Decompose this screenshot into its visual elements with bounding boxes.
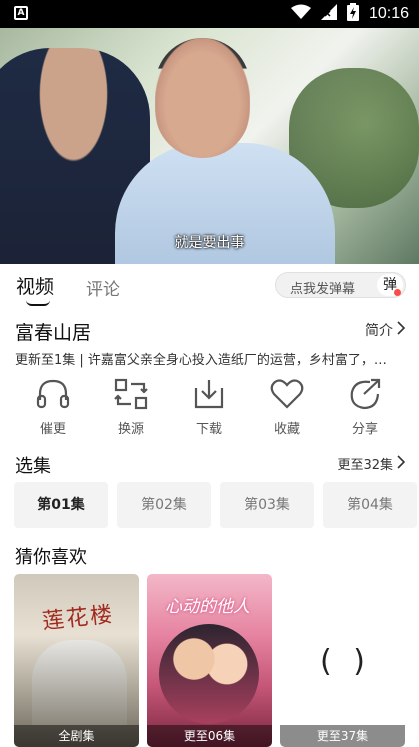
poster-title: 莲花楼 bbox=[41, 602, 116, 635]
video-figure-right-head bbox=[155, 38, 250, 158]
heart-icon bbox=[257, 378, 317, 410]
download-label: 下载 bbox=[195, 422, 222, 437]
recommend-badge: 更至06集 bbox=[147, 725, 272, 747]
favorite-button[interactable]: 收藏 bbox=[257, 378, 317, 437]
danmaku-placeholder: 点我发弹幕 bbox=[290, 282, 356, 297]
poster-figures bbox=[159, 624, 259, 724]
switch-source-button[interactable]: 换源 bbox=[101, 378, 161, 437]
episode-item[interactable]: 第01集 bbox=[14, 482, 108, 528]
urge-update-label: 催更 bbox=[39, 422, 66, 437]
tab-active-indicator bbox=[26, 300, 50, 306]
poster-figures bbox=[32, 640, 127, 725]
recommend-badge: 更至37集 bbox=[280, 725, 405, 747]
download-icon bbox=[179, 378, 239, 410]
share-icon bbox=[335, 378, 395, 410]
show-title: 富春山居 bbox=[15, 322, 92, 344]
switch-source-icon bbox=[101, 378, 161, 410]
download-button[interactable]: 下载 bbox=[179, 378, 239, 437]
episode-item[interactable]: 第04集 bbox=[323, 482, 417, 528]
app-notification-icon: A bbox=[14, 6, 28, 20]
danmaku-input[interactable]: 点我发弹幕 弹 bbox=[275, 272, 406, 298]
video-player[interactable]: 就是要出事 bbox=[0, 28, 419, 264]
status-time: 10:16 bbox=[368, 5, 409, 22]
episodes-more-link[interactable]: 更至32集 bbox=[337, 454, 406, 473]
share-button[interactable]: 分享 bbox=[335, 378, 395, 437]
signal-icon bbox=[320, 4, 337, 24]
recommend-card[interactable]: ( ) 更至37集 bbox=[280, 574, 405, 747]
loading-icon: ( ) bbox=[320, 644, 371, 679]
episodes-title: 选集 bbox=[15, 456, 51, 477]
headphones-icon bbox=[23, 378, 83, 410]
update-info[interactable]: 更新至1集 | 许嘉富父亲全身心投入造纸厂的运营，乡村富了，… bbox=[15, 349, 407, 368]
action-row: 催更 换源 下载 收藏 分享 bbox=[0, 378, 419, 440]
battery-charging-icon bbox=[346, 3, 359, 25]
wifi-icon bbox=[290, 4, 311, 24]
episode-list: 第01集 第02集 第03集 第04集 bbox=[14, 482, 419, 528]
switch-source-label: 换源 bbox=[117, 422, 144, 437]
episode-item[interactable]: 第02集 bbox=[117, 482, 211, 528]
episode-item[interactable]: 第03集 bbox=[220, 482, 314, 528]
video-subtitle: 就是要出事 bbox=[174, 235, 245, 251]
tab-comments[interactable]: 评论 bbox=[86, 275, 120, 300]
intro-link-label: 简介 bbox=[365, 323, 393, 339]
urge-update-button[interactable]: 催更 bbox=[23, 378, 83, 437]
recommend-card[interactable]: 心动的他人 更至06集 bbox=[147, 574, 272, 747]
tab-video[interactable]: 视频 bbox=[16, 272, 54, 299]
share-label: 分享 bbox=[351, 422, 378, 437]
status-right: 10:16 bbox=[290, 3, 409, 25]
chevron-right-icon bbox=[397, 454, 406, 473]
intro-link[interactable]: 简介 bbox=[365, 320, 406, 340]
recommend-badge: 全剧集 bbox=[14, 725, 139, 747]
favorite-label: 收藏 bbox=[273, 422, 300, 437]
danmaku-status-dot bbox=[394, 289, 401, 296]
recommend-title: 猜你喜欢 bbox=[15, 547, 87, 568]
recommend-card[interactable]: 莲花楼 全剧集 bbox=[14, 574, 139, 747]
danmaku-toggle-button[interactable]: 弹 bbox=[377, 274, 403, 296]
chevron-right-icon bbox=[397, 321, 406, 339]
episodes-more-label: 更至32集 bbox=[337, 458, 393, 473]
poster-title: 心动的他人 bbox=[165, 597, 250, 617]
status-bar: A 10:16 bbox=[0, 0, 419, 28]
